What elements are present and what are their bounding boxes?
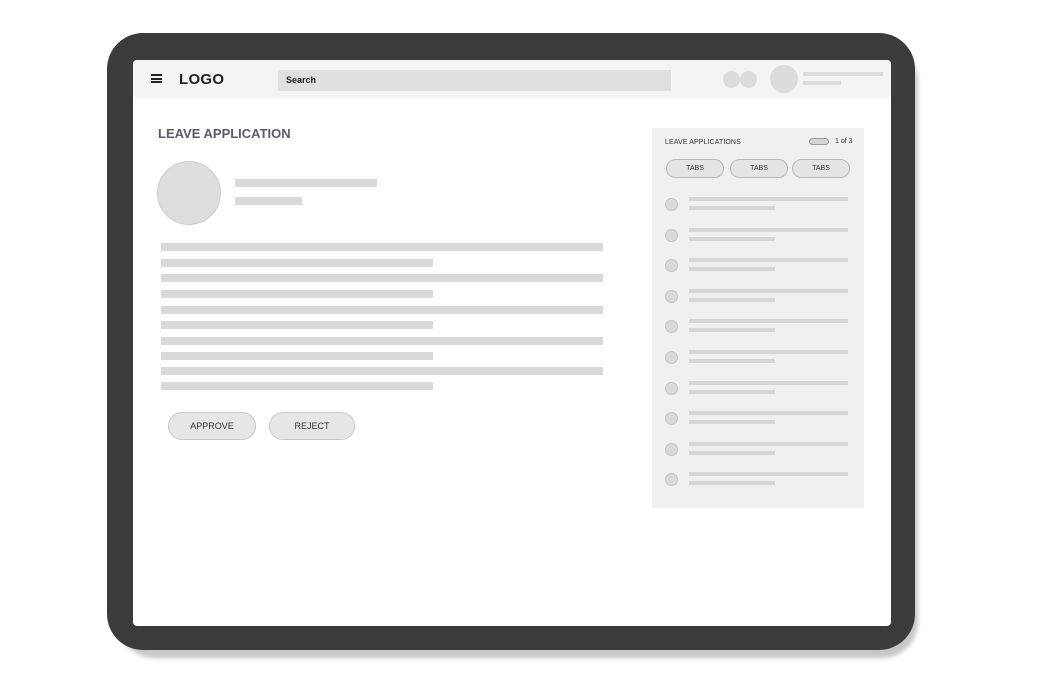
list-item-avatar [665,320,678,334]
tab-2[interactable]: TABS [730,159,788,178]
list-item-avatar [665,198,678,211]
list-item-title-placeholder [689,258,848,263]
hamburger-icon[interactable] [151,74,162,83]
pager-label: 1 of 3 [835,138,853,145]
list-item-title-placeholder [689,319,848,324]
list-item-title-placeholder [689,349,848,354]
approve-button[interactable]: APPROVE [168,412,256,440]
list-item[interactable] [665,287,855,318]
list-item[interactable] [665,348,855,379]
list-item[interactable] [665,470,855,501]
text-line [161,274,603,282]
pager-toggle[interactable] [809,138,829,145]
leave-applications-panel: LEAVE APPLICATIONS 1 of 3 TABS TABS TABS [652,128,864,508]
page-title: LEAVE APPLICATION [158,126,291,141]
panel-title: LEAVE APPLICATIONS [665,139,741,146]
applicant-avatar [157,161,221,225]
top-bar: LOGO Search [133,60,891,98]
notification-icon[interactable] [723,71,740,88]
search-input[interactable]: Search [278,70,671,91]
list-item-avatar [665,442,678,456]
text-line [161,259,433,267]
app-screen: LOGO Search LEAVE APPLICATION APPROVE RE… [133,60,891,626]
applicant-subtitle-placeholder [235,197,302,205]
list-item-avatar [665,289,678,303]
list-item-title-placeholder [689,288,848,293]
list-item[interactable] [665,256,855,287]
text-line [161,290,433,298]
applicant-name-placeholder [235,179,377,187]
list-item-subtitle-placeholder [689,236,775,241]
avatar[interactable] [770,65,798,93]
list-item-subtitle-placeholder [689,328,775,333]
list-item[interactable] [665,409,855,440]
logo: LOGO [179,71,225,88]
text-line [161,243,603,251]
text-line [161,321,433,329]
list-item-avatar [665,228,678,242]
list-item-avatar [665,381,678,395]
list-item-subtitle-placeholder [689,420,775,425]
text-line [161,337,603,345]
list-item-title-placeholder [689,411,848,416]
list-item-avatar [665,259,678,273]
list-item-title-placeholder [689,227,848,232]
list-item-subtitle-placeholder [689,358,775,363]
list-item[interactable] [665,226,855,257]
tab-1[interactable]: TABS [666,159,724,178]
list-item-title-placeholder [689,197,848,201]
list-item-title-placeholder [689,441,848,446]
list-item[interactable] [665,317,855,348]
user-name-placeholder [803,72,883,76]
application-list [665,195,855,501]
list-item-subtitle-placeholder [689,481,775,486]
list-item[interactable] [665,379,855,410]
reject-button[interactable]: REJECT [269,412,355,440]
list-item-title-placeholder [689,380,848,385]
list-item-avatar [665,473,678,487]
text-line [161,306,603,314]
list-item-subtitle-placeholder [689,206,775,210]
list-item-title-placeholder [689,472,848,477]
message-icon[interactable] [740,71,757,88]
list-item[interactable] [665,440,855,471]
tab-3[interactable]: TABS [792,159,850,178]
text-line [161,367,603,375]
list-item[interactable] [665,195,855,226]
list-item-avatar [665,350,678,364]
list-item-avatar [665,412,678,426]
list-item-subtitle-placeholder [689,389,775,394]
list-item-subtitle-placeholder [689,297,775,302]
list-item-subtitle-placeholder [689,267,775,272]
text-line [161,382,433,390]
text-line [161,352,433,360]
list-item-subtitle-placeholder [689,450,775,455]
user-role-placeholder [803,81,841,85]
